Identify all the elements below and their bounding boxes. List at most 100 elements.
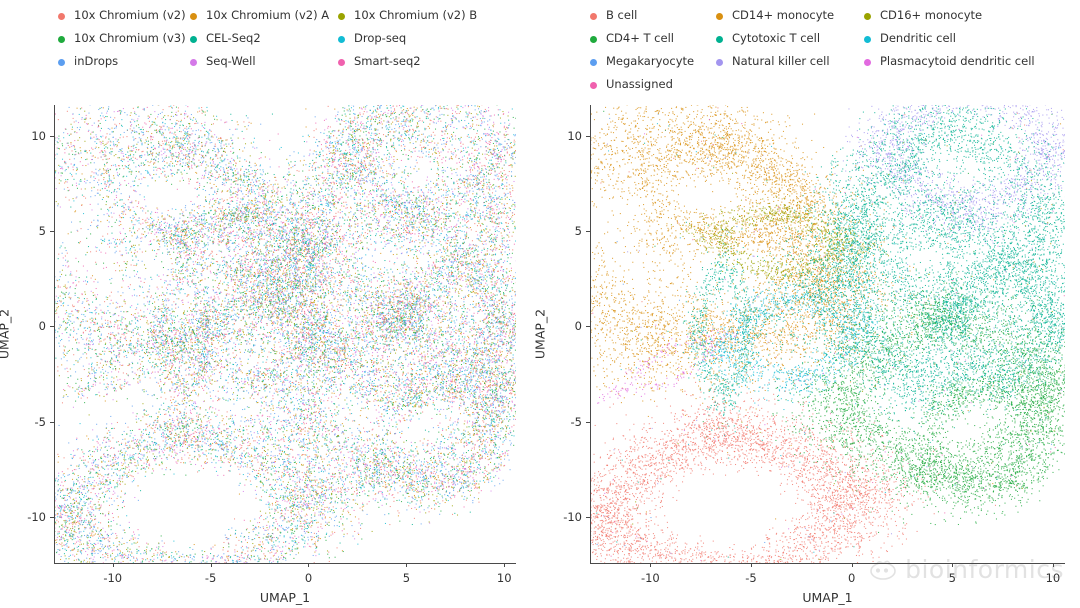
umap-figure: 10x Chromium (v2) 10x Chromium (v2) A 10x … bbox=[0, 0, 1080, 608]
legend-celltype-item[interactable]: Unassigned bbox=[590, 75, 716, 95]
legend-technology-item[interactable]: Drop-seq bbox=[338, 29, 508, 49]
legend-technology-item[interactable]: Smart-seq2 bbox=[338, 52, 508, 72]
legend-color-swatch bbox=[58, 58, 65, 66]
x-axis-tick-label: -10 bbox=[103, 571, 123, 585]
legend-item-label: 10x Chromium (v2) bbox=[74, 8, 186, 23]
y-axis-tick-label: -10 bbox=[27, 510, 46, 525]
legend-technology: 10x Chromium (v2) 10x Chromium (v2) A 10x … bbox=[0, 6, 540, 72]
x-axis-tick-label: 0 bbox=[847, 571, 856, 585]
y-axis-tick bbox=[50, 421, 54, 423]
x-axis-tick-label: 5 bbox=[402, 571, 411, 585]
legend-item-label: Unassigned bbox=[606, 77, 673, 92]
x-axis-tick bbox=[406, 563, 408, 567]
legend-color-swatch bbox=[590, 12, 597, 20]
umap-panel-celltype: B cell CD14+ monocyte CD16+ monocyte CD4+ T… bbox=[533, 0, 1080, 608]
legend-celltype-item[interactable]: Cytotoxic T cell bbox=[716, 29, 864, 49]
y-axis-tick bbox=[586, 326, 590, 328]
legend-item-label: Seq-Well bbox=[206, 54, 256, 69]
scatter-plot-technology bbox=[54, 105, 516, 563]
legend-celltype-items: B cell CD14+ monocyte CD16+ monocyte CD4+ T… bbox=[590, 6, 1080, 95]
legend-celltype-item[interactable]: B cell bbox=[590, 6, 716, 26]
y-axis-tick-label: 0 bbox=[574, 319, 582, 334]
legend-color-swatch bbox=[338, 35, 345, 43]
y-axis-tick bbox=[50, 326, 54, 328]
legend-item-label: CEL-Seq2 bbox=[206, 31, 261, 46]
x-axis-tick-label: 10 bbox=[496, 571, 512, 585]
legend-color-swatch bbox=[590, 81, 597, 89]
x-axis-tick bbox=[1052, 563, 1054, 567]
y-axis-tick bbox=[586, 421, 590, 423]
y-axis-title: UMAP_2 bbox=[532, 308, 548, 360]
scatter-canvas-technology bbox=[54, 105, 516, 563]
legend-color-swatch bbox=[338, 12, 345, 20]
x-axis-title: UMAP_1 bbox=[259, 590, 311, 605]
scatter-canvas-celltype bbox=[590, 105, 1065, 563]
y-axis-tick-label: 5 bbox=[38, 223, 46, 238]
legend-technology-item[interactable]: 10x Chromium (v2) A bbox=[190, 6, 338, 26]
legend-item-label: CD4+ T cell bbox=[606, 31, 674, 46]
x-axis-tick-label: -10 bbox=[640, 571, 660, 585]
y-axis-tick bbox=[50, 517, 54, 519]
legend-color-swatch bbox=[864, 12, 871, 20]
y-axis-tick bbox=[50, 230, 54, 232]
legend-item-label: 10x Chromium (v2) B bbox=[354, 8, 478, 23]
y-axis-tick bbox=[50, 135, 54, 137]
legend-color-swatch bbox=[716, 12, 723, 20]
x-axis-tick-label: 10 bbox=[1045, 571, 1061, 585]
legend-item-label: Dendritic cell bbox=[880, 31, 956, 46]
legend-color-swatch bbox=[864, 58, 871, 66]
legend-technology-item[interactable]: Seq-Well bbox=[190, 52, 338, 72]
y-axis-tick bbox=[586, 230, 590, 232]
x-axis-tick bbox=[308, 563, 310, 567]
legend-color-swatch bbox=[590, 58, 597, 66]
legend-technology-items: 10x Chromium (v2) 10x Chromium (v2) A 10x … bbox=[58, 6, 540, 72]
y-axis-spine bbox=[590, 105, 591, 563]
legend-celltype-item[interactable]: Natural killer cell bbox=[716, 52, 864, 72]
x-axis-tick bbox=[650, 563, 652, 567]
scatter-plot-celltype bbox=[590, 105, 1065, 563]
legend-celltype-item[interactable]: Dendritic cell bbox=[864, 29, 1064, 49]
y-axis-tick bbox=[586, 517, 590, 519]
legend-item-label: inDrops bbox=[74, 54, 119, 69]
x-axis-tick bbox=[504, 563, 506, 567]
legend-technology-item[interactable]: 10x Chromium (v3) bbox=[58, 29, 190, 49]
legend-technology-item[interactable]: 10x Chromium (v2) B bbox=[338, 6, 508, 26]
legend-celltype-item[interactable]: CD14+ monocyte bbox=[716, 6, 864, 26]
legend-celltype-item[interactable]: Megakaryocyte bbox=[590, 52, 716, 72]
x-axis-tick bbox=[210, 563, 212, 567]
legend-color-swatch bbox=[190, 58, 197, 66]
legend-color-swatch bbox=[590, 35, 597, 43]
legend-color-swatch bbox=[58, 12, 65, 20]
legend-celltype: B cell CD14+ monocyte CD16+ monocyte CD4+ T… bbox=[540, 6, 1080, 95]
x-axis-tick-label: -5 bbox=[204, 571, 217, 585]
legend-celltype-item[interactable]: Plasmacytoid dendritic cell bbox=[864, 52, 1064, 72]
legend-item-label: CD14+ monocyte bbox=[732, 8, 835, 23]
legend-item-label: CD16+ monocyte bbox=[880, 8, 983, 23]
legend-color-swatch bbox=[716, 58, 723, 66]
legend-item-label: Natural killer cell bbox=[732, 54, 830, 69]
legend-technology-item[interactable]: 10x Chromium (v2) bbox=[58, 6, 190, 26]
legend-item-label: Smart-seq2 bbox=[354, 54, 421, 69]
legend-item-label: B cell bbox=[606, 8, 638, 23]
x-axis-tick-label: 5 bbox=[948, 571, 956, 585]
legend-technology-item[interactable]: CEL-Seq2 bbox=[190, 29, 338, 49]
legend-technology-item[interactable]: inDrops bbox=[58, 52, 190, 72]
y-axis-tick-label: 10 bbox=[567, 128, 582, 143]
y-axis-title: UMAP_2 bbox=[0, 308, 12, 360]
y-axis-tick-label: 10 bbox=[31, 128, 46, 143]
y-axis-tick-label: -5 bbox=[34, 414, 46, 429]
x-axis-tick-label: -5 bbox=[745, 571, 757, 585]
x-axis-title: UMAP_1 bbox=[802, 590, 853, 605]
legend-item-label: 10x Chromium (v3) bbox=[74, 31, 186, 46]
legend-color-swatch bbox=[190, 12, 197, 20]
legend-color-swatch bbox=[716, 35, 723, 43]
legend-color-swatch bbox=[58, 35, 65, 43]
legend-item-label: 10x Chromium (v2) A bbox=[206, 8, 330, 23]
legend-celltype-item[interactable]: CD4+ T cell bbox=[590, 29, 716, 49]
x-axis-tick-label: 0 bbox=[304, 571, 313, 585]
legend-celltype-item[interactable]: CD16+ monocyte bbox=[864, 6, 1064, 26]
x-axis-spine bbox=[54, 563, 516, 564]
x-axis-spine bbox=[590, 563, 1065, 564]
legend-color-swatch bbox=[190, 35, 197, 43]
y-axis-tick-label: -5 bbox=[570, 414, 582, 429]
